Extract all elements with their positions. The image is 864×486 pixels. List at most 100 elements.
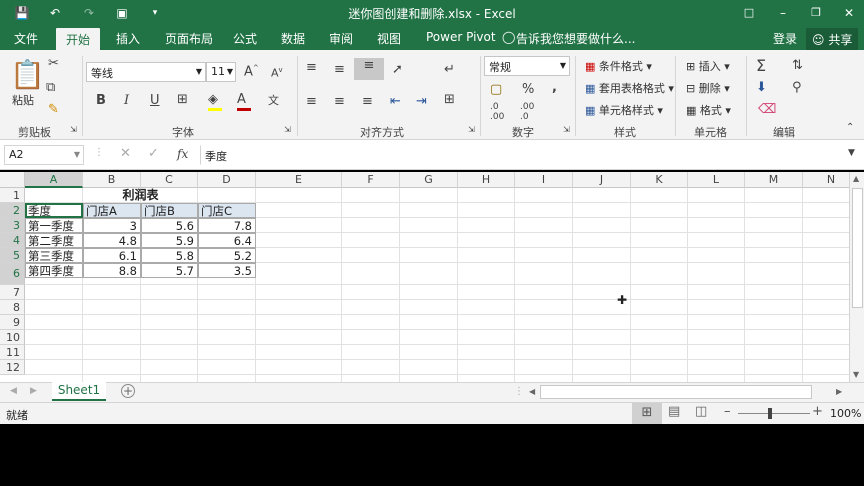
zoom-level[interactable]: 100%: [830, 407, 861, 420]
insert-function-icon[interactable]: fx: [177, 147, 188, 161]
vertical-scrollbar[interactable]: ▲ ▼: [849, 172, 864, 382]
row-header[interactable]: 5: [0, 248, 25, 263]
horizontal-scroll-thumb[interactable]: [540, 385, 812, 399]
shrink-font-icon[interactable]: Av: [271, 66, 283, 80]
row-header[interactable]: 2: [0, 203, 25, 218]
scroll-right-icon[interactable]: ▶: [836, 387, 842, 396]
tell-me-box[interactable]: 告诉我您想要做什么...: [516, 30, 635, 47]
scroll-up-icon[interactable]: ▲: [853, 174, 859, 183]
clear-icon[interactable]: ⌫: [758, 102, 776, 117]
phonetic-icon[interactable]: 文: [268, 92, 279, 108]
table-cell[interactable]: 3.5: [198, 263, 256, 278]
confirm-formula-icon[interactable]: ✓: [148, 146, 159, 161]
column-header[interactable]: C: [141, 172, 198, 188]
column-header[interactable]: G: [400, 172, 458, 188]
table-cell[interactable]: 第四季度: [25, 263, 83, 278]
font-color-icon[interactable]: A: [237, 92, 251, 111]
tab-view[interactable]: 视图: [377, 30, 401, 47]
decrease-indent-icon[interactable]: ⇤: [390, 94, 401, 109]
bold-icon[interactable]: B: [96, 93, 106, 108]
zoom-out-icon[interactable]: –: [724, 404, 731, 419]
restore-icon[interactable]: ❐: [807, 4, 825, 22]
format-as-table-button[interactable]: ▦ 套用表格格式 ▾: [585, 80, 674, 96]
insert-cells-button[interactable]: ⊞ 插入 ▾: [686, 58, 730, 74]
row-header[interactable]: 4: [0, 233, 25, 248]
add-sheet-icon[interactable]: +: [121, 384, 135, 398]
zoom-in-icon[interactable]: +: [812, 404, 823, 419]
cancel-formula-icon[interactable]: ✕: [120, 146, 131, 161]
row-header[interactable]: 11: [0, 345, 25, 360]
page-break-view-icon[interactable]: ◫: [695, 404, 707, 419]
table-cell[interactable]: 5.6: [141, 218, 198, 233]
column-header[interactable]: F: [342, 172, 400, 188]
row-header[interactable]: 3: [0, 218, 25, 233]
increase-decimal-icon[interactable]: .0.00: [490, 102, 504, 122]
column-header[interactable]: E: [256, 172, 342, 188]
find-select-icon[interactable]: ⚲: [792, 80, 802, 95]
column-header[interactable]: L: [688, 172, 745, 188]
sheet-tab-sheet1[interactable]: Sheet1: [52, 382, 106, 401]
underline-icon[interactable]: U: [150, 93, 160, 108]
format-painter-icon[interactable]: ✎: [48, 102, 59, 117]
align-right-icon[interactable]: ≡: [362, 94, 373, 109]
alignment-launcher-icon[interactable]: ⇲: [468, 125, 475, 134]
column-header[interactable]: I: [515, 172, 573, 188]
next-sheet-icon[interactable]: ▶: [30, 386, 37, 396]
table-cell[interactable]: 6.1: [83, 248, 141, 263]
zoom-slider-handle[interactable]: [768, 408, 772, 419]
delete-cells-button[interactable]: ⊟ 删除 ▾: [686, 80, 730, 96]
row-header[interactable]: 7: [0, 285, 25, 300]
paste-icon[interactable]: 📋: [10, 58, 45, 91]
table-cell[interactable]: 第三季度: [25, 248, 83, 263]
row-header[interactable]: 12: [0, 360, 25, 375]
row-header[interactable]: 9: [0, 315, 25, 330]
decrease-decimal-icon[interactable]: .00.0: [520, 102, 534, 122]
sign-in-link[interactable]: 登录: [773, 30, 797, 47]
table-header-cell[interactable]: 门店C: [198, 203, 256, 218]
table-cell[interactable]: 6.4: [198, 233, 256, 248]
table-cell[interactable]: 5.7: [141, 263, 198, 278]
select-all-corner[interactable]: [0, 172, 25, 188]
align-center-icon[interactable]: ≡: [334, 94, 345, 109]
orientation-icon[interactable]: ➚: [392, 62, 403, 77]
column-header[interactable]: K: [631, 172, 688, 188]
sort-filter-icon[interactable]: ⇅: [792, 58, 803, 73]
table-header-cell[interactable]: 门店A: [83, 203, 141, 218]
formula-input[interactable]: 季度: [200, 145, 860, 165]
share-button[interactable]: ☺ 共享: [806, 28, 859, 50]
table-header-cell[interactable]: 门店B: [141, 203, 198, 218]
table-title[interactable]: 利润表: [25, 188, 256, 203]
table-cell[interactable]: 7.8: [198, 218, 256, 233]
row-header[interactable]: 1: [0, 188, 25, 203]
borders-icon[interactable]: ⊞: [177, 92, 188, 107]
conditional-formatting-button[interactable]: ▦ 条件格式 ▾: [585, 58, 652, 74]
tab-file[interactable]: 文件: [14, 30, 38, 47]
table-cell[interactable]: 5.2: [198, 248, 256, 263]
scroll-thumb[interactable]: [852, 188, 863, 308]
tab-home[interactable]: 开始: [56, 28, 101, 50]
collapse-ribbon-icon[interactable]: ⌃: [846, 122, 854, 133]
number-format-select[interactable]: 常规 ▼: [484, 56, 570, 76]
zoom-slider[interactable]: [738, 413, 810, 414]
copy-icon[interactable]: ⧉: [46, 80, 55, 95]
tab-page-layout[interactable]: 页面布局: [165, 30, 213, 47]
expand-formula-bar-icon[interactable]: ▼: [848, 148, 855, 158]
autosum-icon[interactable]: Σ: [756, 56, 766, 75]
table-cell[interactable]: 第二季度: [25, 233, 83, 248]
increase-indent-icon[interactable]: ⇥: [416, 94, 427, 109]
scroll-down-icon[interactable]: ▼: [853, 370, 859, 379]
format-cells-button[interactable]: ▦ 格式 ▾: [686, 102, 731, 118]
close-icon[interactable]: ✕: [840, 4, 858, 22]
column-header[interactable]: N: [803, 172, 849, 188]
row-header[interactable]: 8: [0, 300, 25, 315]
font-launcher-icon[interactable]: ⇲: [284, 125, 291, 134]
normal-view-icon[interactable]: ⊞: [632, 403, 662, 424]
column-header[interactable]: J: [573, 172, 631, 188]
column-header[interactable]: M: [745, 172, 803, 188]
prev-sheet-icon[interactable]: ◀: [10, 386, 17, 396]
table-cell[interactable]: 4.8: [83, 233, 141, 248]
percent-icon[interactable]: %: [522, 82, 534, 97]
comma-style-icon[interactable]: ,: [552, 80, 557, 95]
name-box[interactable]: A2 ▼: [4, 145, 84, 165]
tab-formulas[interactable]: 公式: [233, 30, 257, 47]
